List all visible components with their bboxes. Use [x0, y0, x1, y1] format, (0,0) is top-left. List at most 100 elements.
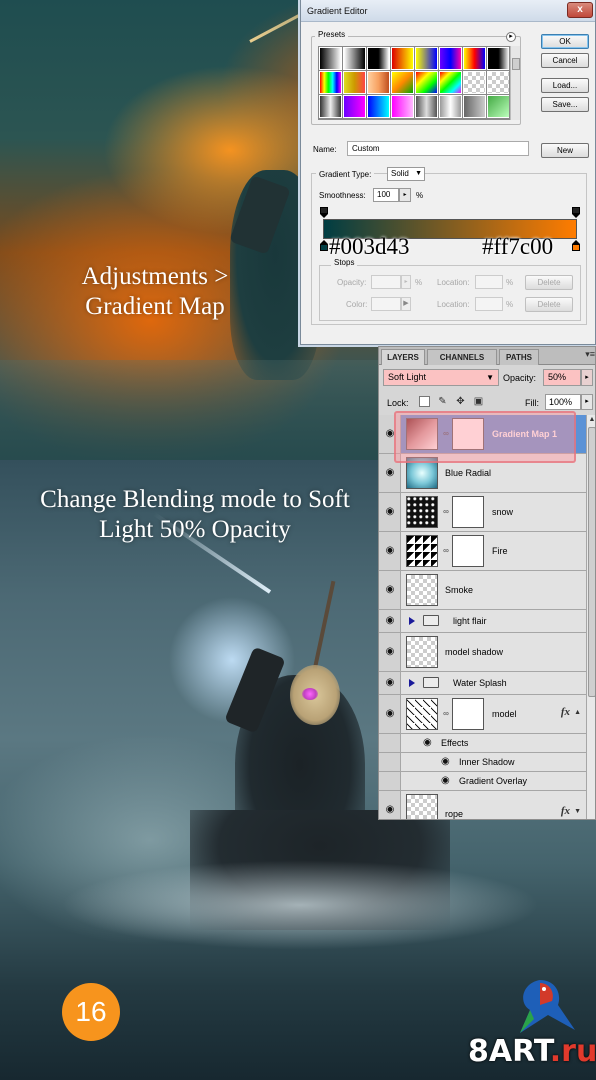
opacity-stop-left[interactable]	[320, 207, 328, 218]
opacity-input[interactable]: 50%	[543, 369, 581, 386]
eye-icon[interactable]: ◉	[384, 585, 396, 595]
visibility-cell[interactable]: ◉	[379, 672, 401, 694]
visibility-cell[interactable]: ◉	[379, 695, 401, 733]
scroll-up-icon[interactable]: ▲	[587, 415, 595, 425]
preset-swatch[interactable]	[439, 71, 462, 94]
delete-opacity-stop-button[interactable]: Delete	[525, 275, 573, 290]
new-button[interactable]: New	[541, 143, 589, 158]
layer-row-rope[interactable]: ◉ rope fx ▼	[379, 791, 586, 819]
link-icon[interactable]: ∞	[442, 507, 450, 517]
preset-swatch[interactable]	[367, 119, 390, 120]
stop-opacity-stepper-icon[interactable]: ▸	[401, 275, 411, 289]
expand-group-icon[interactable]	[409, 617, 415, 625]
layer-row-fire[interactable]: ◉ ∞ Fire	[379, 532, 586, 571]
layers-scrollbar[interactable]: ▲	[586, 415, 595, 819]
eye-icon[interactable]: ◉	[384, 616, 396, 626]
close-icon[interactable]: x	[567, 2, 593, 18]
layer-row-model-shadow[interactable]: ◉ model shadow	[379, 633, 586, 672]
layer-row-model[interactable]: ◉ ∞ model fx ▲	[379, 695, 586, 734]
expand-group-icon[interactable]	[409, 679, 415, 687]
opacity-stop-right[interactable]	[572, 207, 580, 218]
ok-button[interactable]: OK	[541, 34, 589, 49]
visibility-cell[interactable]: ◉	[379, 532, 401, 570]
lock-transparency-icon[interactable]	[419, 396, 430, 407]
preset-swatch[interactable]	[391, 47, 414, 70]
color-stop-right[interactable]	[572, 240, 580, 251]
fx-icon[interactable]: fx	[561, 805, 570, 817]
preset-swatch[interactable]	[415, 47, 438, 70]
preset-swatch[interactable]	[463, 95, 486, 118]
preset-swatch[interactable]	[319, 71, 342, 94]
preset-swatch[interactable]	[319, 119, 342, 120]
stop-color-arrow-icon[interactable]: ▶	[401, 297, 411, 311]
preset-swatch[interactable]	[343, 47, 366, 70]
collapse-effects-icon[interactable]: ▲	[574, 709, 581, 716]
cancel-button[interactable]: Cancel	[541, 53, 589, 68]
layer-row-snow[interactable]: ◉ ∞ snow	[379, 493, 586, 532]
preset-swatch[interactable]	[415, 71, 438, 94]
panel-menu-icon[interactable]: ▾≡	[585, 349, 595, 360]
preset-swatch[interactable]	[343, 119, 366, 120]
stop-opacity-location-input[interactable]	[475, 275, 503, 289]
preset-swatch[interactable]	[487, 95, 509, 118]
lock-all-icon[interactable]: ▣	[473, 396, 484, 407]
preset-swatch[interactable]	[439, 95, 462, 118]
preset-swatch[interactable]	[487, 119, 510, 120]
preset-swatch[interactable]	[391, 119, 414, 120]
fx-icon[interactable]: fx	[561, 706, 570, 718]
layer-group-water-splash[interactable]: ◉ Water Splash	[379, 672, 586, 695]
load-button[interactable]: Load...	[541, 78, 589, 93]
preset-swatch[interactable]	[439, 47, 462, 70]
preset-swatch[interactable]	[367, 71, 390, 94]
visibility-cell[interactable]: ◉	[379, 493, 401, 531]
eye-icon[interactable]: ◉	[384, 468, 396, 478]
preset-swatch[interactable]	[487, 47, 509, 70]
eye-icon[interactable]: ◉	[384, 647, 396, 657]
eye-icon[interactable]: ◉	[441, 757, 453, 767]
expand-effects-icon[interactable]: ▼	[574, 808, 581, 815]
smoothness-input[interactable]: 100	[373, 188, 399, 202]
presets-menu-icon[interactable]: ▸	[506, 32, 516, 42]
preset-swatch[interactable]	[391, 71, 414, 94]
lock-pixels-brush-icon[interactable]: ✎	[437, 396, 448, 407]
opacity-slider-arrow-icon[interactable]: ▸	[581, 369, 593, 386]
blend-mode-select[interactable]: Soft Light ▼	[383, 369, 499, 386]
preset-swatch[interactable]	[463, 47, 486, 70]
eye-icon[interactable]: ◉	[384, 678, 396, 688]
effects-row[interactable]: ◉ Effects	[379, 734, 586, 753]
stop-opacity-input[interactable]	[371, 275, 401, 289]
tab-paths[interactable]: PATHS	[499, 349, 539, 365]
delete-color-stop-button[interactable]: Delete	[525, 297, 573, 312]
link-icon[interactable]: ∞	[442, 709, 450, 719]
preset-swatch[interactable]	[415, 119, 438, 120]
scroll-thumb[interactable]	[588, 427, 595, 697]
preset-swatch[interactable]	[319, 47, 342, 70]
preset-swatch[interactable]	[439, 119, 462, 120]
effect-row-gradient-overlay[interactable]: ◉ Gradient Overlay	[379, 772, 586, 791]
visibility-cell[interactable]: ◉	[379, 791, 401, 819]
preset-swatch[interactable]	[463, 71, 486, 94]
layer-row-smoke[interactable]: ◉ Smoke	[379, 571, 586, 610]
preset-swatch[interactable]	[343, 71, 366, 94]
link-icon[interactable]: ∞	[442, 546, 450, 556]
gradient-type-select[interactable]: Solid ▼	[387, 167, 425, 181]
visibility-cell[interactable]: ◉	[379, 610, 401, 632]
smoothness-stepper-icon[interactable]: ▸	[399, 188, 411, 202]
preset-swatch[interactable]	[319, 95, 342, 118]
save-button[interactable]: Save...	[541, 97, 589, 112]
eye-icon[interactable]: ◉	[441, 776, 453, 786]
preset-swatch[interactable]	[343, 95, 366, 118]
stop-color-location-input[interactable]	[475, 297, 503, 311]
lock-position-move-icon[interactable]: ✥	[455, 396, 466, 407]
scroll-thumb[interactable]	[512, 58, 520, 70]
tab-channels[interactable]: CHANNELS	[427, 349, 497, 365]
effect-row-inner-shadow[interactable]: ◉ Inner Shadow	[379, 753, 586, 772]
preset-swatch[interactable]	[487, 71, 509, 94]
eye-icon[interactable]: ◉	[384, 805, 396, 815]
visibility-cell[interactable]: ◉	[379, 633, 401, 671]
presets-scrollbar[interactable]	[510, 46, 520, 120]
preset-swatch[interactable]	[367, 47, 390, 70]
preset-swatch[interactable]	[367, 95, 390, 118]
eye-icon[interactable]: ◉	[384, 546, 396, 556]
stop-color-swatch[interactable]	[371, 297, 401, 311]
